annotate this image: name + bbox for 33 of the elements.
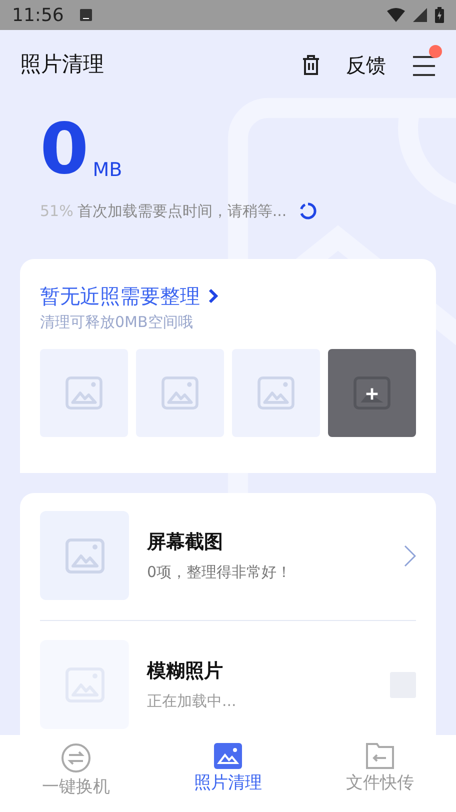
page-title: 照片清理 [20, 51, 104, 78]
battery-icon [435, 7, 444, 23]
photo-placeholder[interactable] [136, 349, 224, 437]
loading-text: 首次加载需要点时间，请稍等... [77, 201, 287, 222]
photo-placeholder[interactable] [40, 349, 128, 437]
freed-size: 0 [40, 114, 89, 184]
chevron-right-icon[interactable] [208, 288, 218, 304]
category-title: 屏幕截图 [147, 530, 224, 555]
wifi-icon [387, 8, 405, 22]
add-photo-icon [353, 376, 391, 410]
size-unit: MB [92, 158, 122, 182]
swap-arrows-icon [61, 743, 91, 773]
nav-tab[interactable]: 照片清理 [152, 735, 304, 812]
photo-placeholder[interactable] [232, 349, 320, 437]
add-photo-button[interactable] [328, 349, 416, 437]
loading-spinner-icon [298, 202, 317, 220]
folder-icon [366, 743, 394, 769]
category-row[interactable]: 屏幕截图 0项，整理得非常好！ [40, 511, 416, 620]
category-title: 模糊照片 [147, 659, 224, 684]
trash-icon[interactable] [302, 55, 320, 75]
status-time: 11:56 [12, 4, 64, 28]
progress-percent: 51% [40, 201, 74, 222]
recent-photos-subtitle: 清理可释放0MB空间哦 [40, 312, 194, 332]
nav-tab[interactable]: 文件快传 [304, 735, 456, 812]
keyboard-icon [80, 9, 92, 21]
menu-button[interactable] [412, 53, 436, 75]
photo-icon [214, 743, 242, 769]
nav-tab[interactable]: 一键换机 [0, 735, 152, 812]
category-subtitle: 正在加载中... [147, 690, 238, 712]
signal-icon [413, 8, 427, 22]
category-subtitle: 0项，整理得非常好！ [147, 562, 293, 582]
feedback-button[interactable]: 反馈 [346, 50, 386, 80]
recent-photos-title[interactable]: 暂无近照需要整理 [40, 280, 200, 310]
